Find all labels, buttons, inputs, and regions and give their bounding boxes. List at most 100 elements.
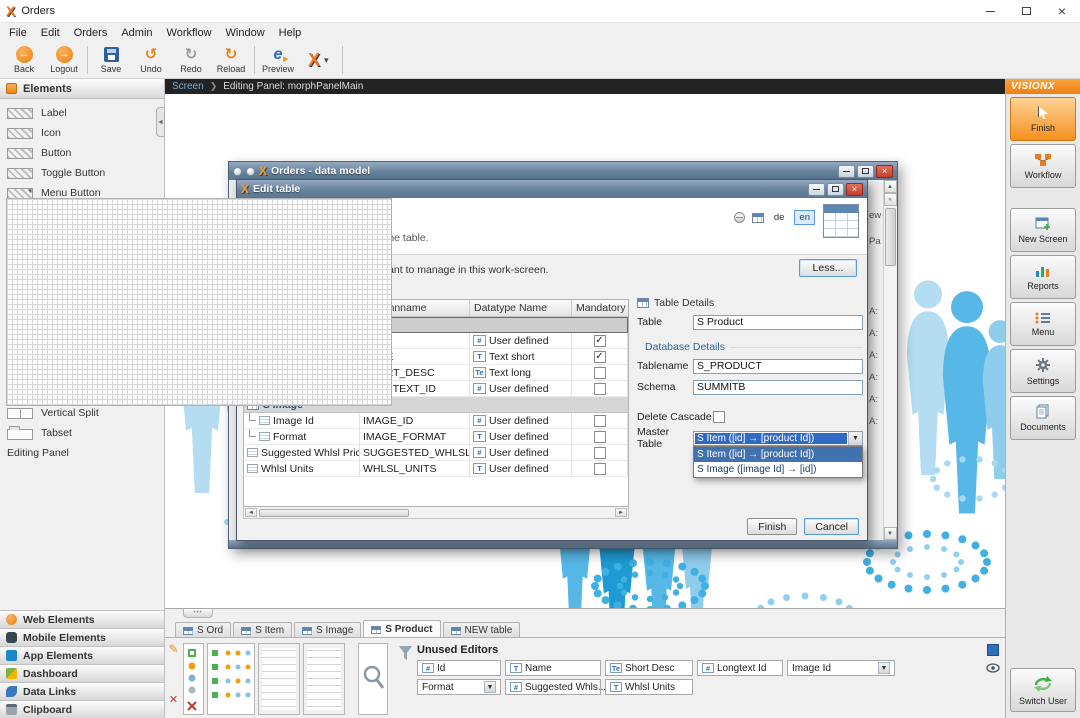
editor-short-desc[interactable]: TeShort Desc	[605, 660, 693, 676]
tablename-input[interactable]: S_PRODUCT	[693, 359, 863, 374]
dialog-maximize-button[interactable]	[857, 165, 874, 178]
section-web-elements[interactable]: Web Elements	[0, 610, 164, 628]
less-button[interactable]: Less...	[799, 259, 857, 277]
mandatory-checkbox[interactable]	[594, 463, 606, 475]
edit-table-titlebar[interactable]: X Edit table ×	[237, 180, 867, 198]
scrollbar-thumb[interactable]	[259, 509, 409, 517]
section-clipboard[interactable]: Clipboard	[0, 700, 164, 718]
dropdown-option-s-item[interactable]: S Item ([id] → [product Id])	[694, 447, 862, 462]
dialog-close-button[interactable]: ×	[876, 165, 893, 178]
row-tools-panel[interactable]	[183, 643, 204, 715]
editor-format[interactable]: Format▼	[417, 679, 501, 695]
grid-view-icon[interactable]	[987, 644, 999, 656]
dialog-close-button[interactable]: ×	[846, 183, 863, 196]
mandatory-checkbox[interactable]	[594, 351, 606, 363]
section-app-elements[interactable]: App Elements	[0, 646, 164, 664]
breadcrumb-screen[interactable]: Screen	[172, 81, 204, 92]
section-mobile-elements[interactable]: Mobile Elements	[0, 628, 164, 646]
menu-orders[interactable]: Orders	[67, 25, 115, 41]
save-button[interactable]: Save	[91, 42, 131, 78]
window-minimize-button[interactable]	[972, 0, 1008, 22]
tab-s-item[interactable]: S Item	[233, 622, 292, 638]
menu-admin[interactable]: Admin	[114, 25, 159, 41]
switch-user-button[interactable]: Switch User	[1010, 668, 1076, 712]
menu-edit[interactable]: Edit	[34, 25, 67, 41]
schema-input[interactable]: SUMMITB	[693, 380, 863, 395]
visionx-logo-button[interactable]: X ▾	[298, 42, 339, 78]
horizontal-scrollbar[interactable]: ◄ ►	[243, 507, 629, 519]
window-restore-icon[interactable]	[246, 167, 255, 176]
finish-button[interactable]: Finish	[747, 518, 797, 535]
editor-suggested-whlsl[interactable]: #Suggested Whls...	[505, 679, 601, 695]
form-layout-preview[interactable]	[258, 643, 300, 715]
edit-pencil-icon[interactable]: ✎	[168, 642, 178, 656]
tab-s-product[interactable]: S Product	[363, 620, 440, 638]
mandatory-checkbox[interactable]	[594, 447, 606, 459]
scroll-left-icon[interactable]: ◄	[245, 508, 257, 517]
menu-help[interactable]: Help	[272, 25, 309, 41]
menu-window[interactable]: Window	[219, 25, 272, 41]
delete-cascade-checkbox[interactable]	[713, 411, 725, 423]
data-model-titlebar[interactable]: X Orders - data model ×	[229, 162, 897, 180]
scrollbar-thumb[interactable]	[885, 208, 896, 266]
table-row[interactable]: Image Id IMAGE_ID #User defined	[244, 413, 628, 429]
vision-new-screen-button[interactable]: New Screen	[1010, 208, 1076, 252]
element-label[interactable]: Label	[0, 103, 164, 123]
globe-icon[interactable]	[734, 212, 745, 223]
language-de-button[interactable]: de	[771, 210, 788, 225]
chevron-down-icon[interactable]: ▼	[848, 432, 862, 445]
element-tabset[interactable]: Tabset	[0, 423, 164, 443]
preview-button[interactable]: e▶ Preview	[258, 42, 298, 78]
undo-button[interactable]: ↺ Undo	[131, 42, 171, 78]
reload-button[interactable]: ↻ Reload	[211, 42, 251, 78]
editor-name[interactable]: TName	[505, 660, 601, 676]
menu-workflow[interactable]: Workflow	[160, 25, 219, 41]
panel-resize-handle[interactable]: •••	[183, 609, 213, 618]
editor-longtext-id[interactable]: #Longtext Id	[697, 660, 783, 676]
section-dashboard[interactable]: Dashboard	[0, 664, 164, 682]
scroll-collapse-icon[interactable]: «	[884, 193, 897, 206]
editor-id[interactable]: #Id	[417, 660, 501, 676]
mandatory-checkbox[interactable]	[594, 415, 606, 427]
table-row[interactable]: Whlsl Units WHLSL_UNITS TUser defined	[244, 461, 628, 477]
logout-button[interactable]: → Logout	[44, 42, 84, 78]
vision-settings-button[interactable]: Settings	[1010, 349, 1076, 393]
column-header-mandatory[interactable]: Mandatory	[572, 300, 628, 316]
column-header-datatype[interactable]: Datatype Name	[470, 300, 572, 316]
cancel-button[interactable]: Cancel	[804, 518, 859, 535]
element-vertical-split[interactable]: Vertical Split	[0, 403, 164, 423]
editor-image-id[interactable]: Image Id▼	[787, 660, 895, 676]
scroll-right-icon[interactable]: ►	[615, 508, 627, 517]
table-name-input[interactable]: S Product	[693, 315, 863, 330]
sidebar-collapse-handle[interactable]: ◄	[156, 107, 165, 137]
vision-reports-button[interactable]: Reports	[1010, 255, 1076, 299]
dropdown-option-s-image[interactable]: S Image ([image Id] → [id])	[694, 462, 862, 477]
dialog-minimize-button[interactable]	[838, 165, 855, 178]
search-layout-preview[interactable]	[358, 643, 388, 715]
vision-workflow-button[interactable]: Workflow	[1010, 144, 1076, 188]
master-table-select[interactable]: S Item ([id] → [product Id]) ▼ S Item ([…	[693, 431, 863, 446]
data-model-minimap[interactable]	[207, 643, 255, 715]
window-maximize-button[interactable]	[1008, 0, 1044, 22]
vision-menu-button[interactable]: Menu	[1010, 302, 1076, 346]
table-row[interactable]: Format IMAGE_FORMAT TUser defined	[244, 429, 628, 445]
mandatory-checkbox[interactable]	[594, 367, 606, 379]
table-row[interactable]: Suggested Whlsl Price SUGGESTED_WHLSL_PR…	[244, 445, 628, 461]
scroll-down-icon[interactable]: ▼	[884, 527, 897, 540]
tab-s-ord[interactable]: S Ord	[175, 622, 231, 638]
table-icon[interactable]	[752, 213, 764, 223]
back-button[interactable]: ← Back	[4, 42, 44, 78]
element-editing-panel[interactable]: Editing Panel	[0, 443, 164, 463]
vision-finish-button[interactable]: Finish	[1010, 97, 1076, 141]
form-layout-preview[interactable]	[303, 643, 345, 715]
language-en-button[interactable]: en	[794, 210, 815, 225]
vertical-scrollbar[interactable]: ▲ « ▼	[883, 180, 896, 540]
section-data-links[interactable]: Data Links	[0, 682, 164, 700]
element-toggle-button[interactable]: Toggle Button	[0, 163, 164, 183]
dialog-maximize-button[interactable]	[827, 183, 844, 196]
delete-icon[interactable]: ✕	[169, 693, 178, 706]
tab-s-image[interactable]: S Image	[294, 622, 361, 638]
editor-whlsl-units[interactable]: TWhlsl Units	[605, 679, 693, 695]
mandatory-checkbox[interactable]	[594, 431, 606, 443]
eye-icon[interactable]	[986, 663, 1000, 673]
